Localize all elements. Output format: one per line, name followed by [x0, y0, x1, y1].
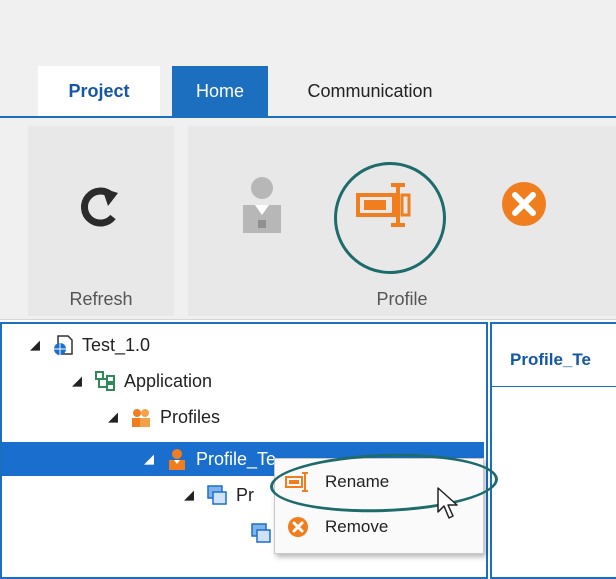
collapse-arrow-icon[interactable]: ◢ [108, 409, 130, 425]
device-icon [251, 523, 271, 543]
collapse-arrow-icon[interactable]: ◢ [184, 487, 206, 503]
tree-label-root: Test_1.0 [82, 334, 151, 355]
tree-item-root[interactable]: ◢ Test_1.0 [30, 328, 150, 362]
collapse-arrow-icon[interactable]: ◢ [30, 337, 52, 353]
tree-item-application[interactable]: ◢ Application [72, 364, 212, 398]
editor-divider [492, 386, 616, 387]
tree-item-profile[interactable]: ◢ Profile_Te [144, 442, 276, 476]
tree-label-application: Application [124, 370, 213, 391]
tree-label-profiles: Profiles [160, 406, 221, 427]
device-icon [207, 485, 227, 505]
collapse-arrow-icon[interactable]: ◢ [144, 451, 166, 467]
rename-icon [285, 469, 311, 495]
tab-home[interactable]: Home [172, 66, 268, 116]
add-profile-button[interactable] [222, 166, 302, 246]
remove-icon [502, 182, 546, 226]
ribbon-tabs: Project Home Communication [0, 66, 616, 118]
refresh-button[interactable] [64, 170, 138, 244]
tree-item-profiles[interactable]: ◢ Profiles [108, 400, 220, 434]
tree-label-child: Pr [236, 484, 254, 505]
refresh-group-label: Refresh [69, 289, 133, 309]
project-globe-icon [54, 335, 73, 355]
refresh-group: Refresh [28, 126, 174, 316]
tree-label-profile: Profile_Te [196, 448, 277, 469]
application-icon [95, 371, 115, 391]
tree-item-child[interactable]: ◢ Pr [184, 478, 254, 512]
rename-icon [356, 183, 411, 227]
title-bar [0, 0, 616, 66]
context-menu-remove-label: Remove [325, 517, 389, 536]
collapse-arrow-icon[interactable]: ◢ [72, 373, 94, 389]
editor-tab-title[interactable]: Profile_Te [510, 350, 591, 370]
refresh-icon [80, 187, 118, 227]
remove-button[interactable] [494, 174, 554, 234]
mouse-cursor-icon [437, 487, 458, 519]
profiles-icon [132, 409, 150, 427]
remove-icon [285, 514, 311, 540]
profile-icon [169, 449, 185, 470]
profile-group: Profile [188, 126, 616, 316]
add-profile-icon [243, 177, 281, 233]
tab-project[interactable]: Project [38, 66, 160, 116]
ribbon-panel: Refresh Profile [0, 118, 616, 320]
rename-button[interactable] [348, 170, 418, 240]
tab-communication[interactable]: Communication [280, 66, 460, 116]
context-menu-rename-label: Rename [325, 472, 390, 491]
editor-panel: Profile_Te [490, 322, 616, 579]
profile-group-label: Profile [376, 289, 428, 309]
